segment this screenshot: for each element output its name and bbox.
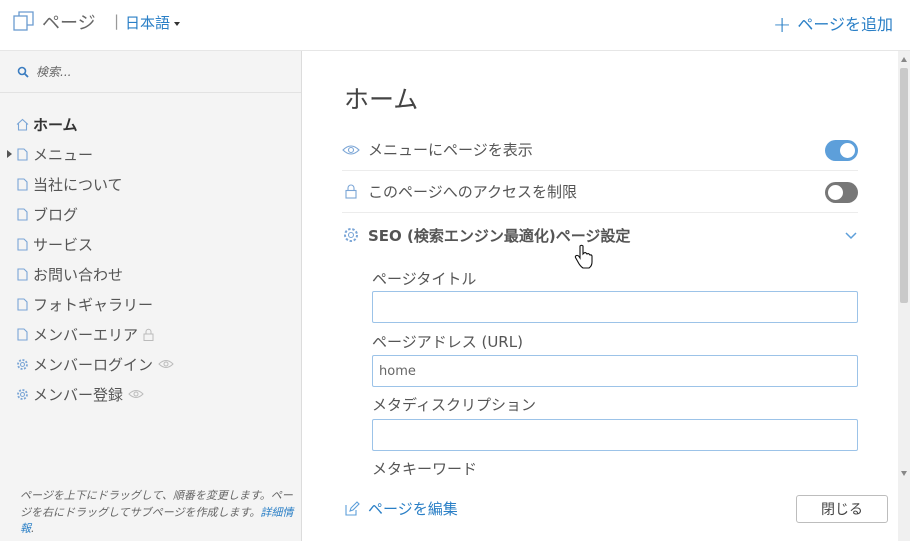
- meta-description-input[interactable]: [372, 419, 858, 451]
- meta-description-field-label: メタディスクリプション: [372, 396, 536, 414]
- scrollbar[interactable]: [898, 51, 910, 541]
- help-text-body: ページを上下にドラッグして、順番を変更します。ページを右にドラッグしてサブページ…: [20, 489, 293, 519]
- meta-keywords-field-label: メタキーワード: [372, 460, 478, 478]
- scroll-up-arrow-icon[interactable]: [901, 57, 907, 62]
- show-in-menu-toggle[interactable]: [825, 140, 858, 161]
- page-icon: [16, 267, 29, 281]
- sidebar-item-label: サービス: [33, 235, 94, 254]
- restrict-access-row: このページへのアクセスを制限: [342, 171, 858, 213]
- gear-icon: [16, 387, 29, 401]
- page-title: ホーム: [344, 85, 419, 114]
- search-bar: [0, 51, 301, 93]
- show-in-menu-row: メニューにページを表示: [342, 129, 858, 171]
- header-title: ページ: [42, 13, 96, 34]
- seo-settings-label: SEO (検索エンジン最適化)ページ設定: [368, 226, 631, 245]
- lock-icon: [143, 328, 154, 341]
- sidebar-item-label: 当社について: [33, 175, 123, 194]
- add-page-label: ページを追加: [797, 15, 893, 34]
- expand-arrow-icon[interactable]: [7, 150, 12, 158]
- page-icon: [16, 177, 29, 191]
- sidebar-item-label: メンバー登録: [33, 385, 124, 404]
- close-button[interactable]: 閉じる: [796, 495, 888, 523]
- header-separator: |: [114, 12, 120, 30]
- home-icon: [16, 117, 29, 131]
- hand-cursor-icon: [574, 244, 593, 269]
- search-input[interactable]: [36, 61, 286, 83]
- sidebar-item-photo-gallery[interactable]: フォトギャラリー: [0, 289, 301, 319]
- sidebar: ホーム メニュー 当社について ブログ サービス: [0, 51, 302, 541]
- page-address-field-label: ページアドレス (URL): [372, 333, 523, 351]
- add-page-button[interactable]: + ページを追加: [773, 11, 893, 38]
- sidebar-item-label: ホーム: [33, 115, 78, 134]
- sidebar-item-home[interactable]: ホーム: [0, 109, 301, 139]
- sidebar-item-label: お問い合わせ: [33, 265, 124, 284]
- sidebar-item-about[interactable]: 当社について: [0, 169, 301, 199]
- sidebar-item-member-login[interactable]: メンバーログイン: [0, 349, 301, 379]
- show-in-menu-label: メニューにページを表示: [368, 141, 533, 159]
- sidebar-item-label: メニュー: [33, 145, 94, 164]
- restrict-access-label: このページへのアクセスを制限: [368, 183, 577, 201]
- page-icon: [16, 297, 29, 311]
- sidebar-item-contact[interactable]: お問い合わせ: [0, 259, 301, 289]
- plus-icon: +: [772, 13, 792, 38]
- sidebar-item-label: メンバーエリア: [33, 325, 139, 344]
- sidebar-item-member-registration[interactable]: メンバー登録: [0, 379, 301, 409]
- scroll-down-arrow-icon[interactable]: [901, 471, 907, 476]
- gear-icon: [342, 226, 360, 244]
- edit-page-link[interactable]: ページを編集: [344, 498, 458, 519]
- top-bar: ページ | 日本語 + ページを追加: [0, 0, 910, 51]
- edit-page-label: ページを編集: [368, 500, 458, 518]
- sidebar-item-blog[interactable]: ブログ: [0, 199, 301, 229]
- toggle-knob: [828, 185, 843, 200]
- search-icon: [17, 66, 29, 78]
- gear-icon: [16, 357, 29, 371]
- seo-settings-header[interactable]: SEO (検索エンジン最適化)ページ設定: [342, 214, 858, 256]
- sidebar-item-member-area[interactable]: メンバーエリア: [0, 319, 301, 349]
- page-tree: ホーム メニュー 当社について ブログ サービス お問い合わせ フォトギャラリー…: [0, 109, 301, 409]
- page-icon: [16, 327, 29, 341]
- page-title-field-label: ページタイトル: [372, 270, 477, 288]
- eye-icon: [128, 389, 144, 399]
- language-selector[interactable]: 日本語: [125, 12, 181, 33]
- toggle-knob: [840, 143, 855, 158]
- edit-icon: [345, 500, 360, 516]
- help-text: ページを上下にドラッグして、順番を変更します。ページを右にドラッグしてサブページ…: [20, 489, 294, 535]
- chevron-down-icon[interactable]: [844, 228, 858, 242]
- caret-down-icon: [174, 21, 181, 26]
- scrollbar-thumb[interactable]: [900, 68, 908, 303]
- page-title-input[interactable]: [372, 291, 858, 323]
- page-icon: [16, 207, 29, 221]
- language-label: 日本語: [125, 14, 171, 32]
- sidebar-item-label: ブログ: [33, 205, 79, 224]
- page-icon: [16, 147, 29, 161]
- page-address-input[interactable]: [372, 355, 858, 387]
- sidebar-item-services[interactable]: サービス: [0, 229, 301, 259]
- sidebar-item-label: メンバーログイン: [33, 355, 154, 374]
- restrict-access-toggle[interactable]: [825, 182, 858, 203]
- lock-icon: [342, 183, 360, 201]
- page-settings-panel: ホーム メニューにページを表示 このページへのアクセスを制限 SEO (検索エン…: [302, 51, 898, 541]
- eye-icon: [342, 141, 360, 159]
- pages-icon: [13, 11, 34, 31]
- eye-icon: [158, 359, 174, 369]
- sidebar-item-menu[interactable]: メニュー: [0, 139, 301, 169]
- page-icon: [16, 237, 29, 251]
- sidebar-item-label: フォトギャラリー: [33, 295, 154, 314]
